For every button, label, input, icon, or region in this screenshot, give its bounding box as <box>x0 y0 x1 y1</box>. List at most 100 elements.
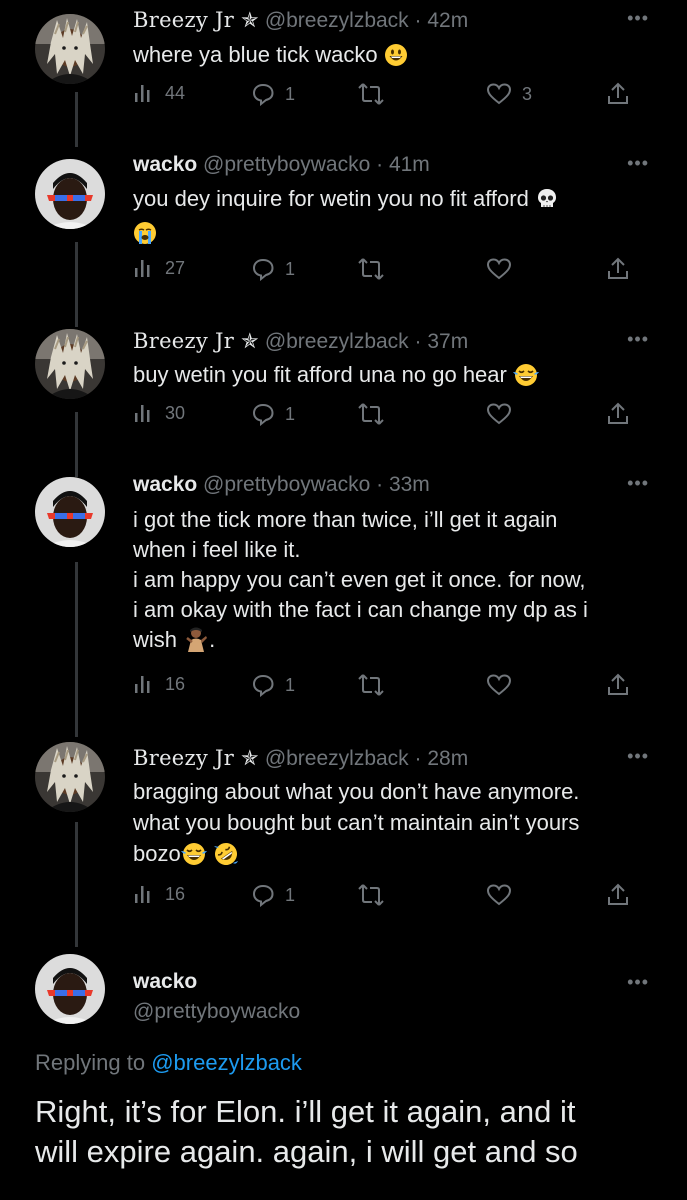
avatar-breezy[interactable] <box>35 14 105 84</box>
handle[interactable]: @breezylzback <box>265 747 409 770</box>
views-icon <box>135 886 150 903</box>
reply-count: 1 <box>285 83 296 104</box>
handle[interactable]: @prettyboywacko <box>203 473 370 496</box>
main-tweet-handle[interactable]: @prettyboywacko <box>133 1000 300 1024</box>
share-button[interactable] <box>607 883 629 907</box>
reply-count: 1 <box>285 258 296 279</box>
retweet-icon <box>358 884 384 906</box>
skull-emoji <box>535 187 559 218</box>
tweet-text: where ya blue tick wacko <box>133 40 653 74</box>
like-button[interactable] <box>486 673 522 697</box>
tweet[interactable]: Breezy Jr ✯ @breezylzback · 37m ••• buy … <box>0 315 687 465</box>
avatar-breezy[interactable] <box>35 742 105 812</box>
views-button[interactable]: 44 <box>133 82 185 104</box>
display-name[interactable]: Breezy Jr ✯ <box>133 329 259 353</box>
retweet-button[interactable] <box>358 673 394 697</box>
like-icon <box>486 258 512 280</box>
retweet-icon <box>358 258 384 280</box>
views-button[interactable]: 16 <box>133 883 185 905</box>
reply-icon <box>252 258 274 281</box>
avatar-wacko[interactable] <box>35 477 105 547</box>
tweet[interactable]: wacko @prettyboywacko · 33m ••• i got th… <box>0 463 687 728</box>
tweet-text: i got the tick more than twice, i’ll get… <box>133 505 653 660</box>
loudly-crying-face-emoji <box>133 221 157 252</box>
share-icon <box>608 883 628 905</box>
main-tweet-text: Right, it’s for Elon. i’ll get it again,… <box>35 1094 578 1169</box>
tweet-header: wacko @prettyboywacko · 41m <box>133 153 430 177</box>
display-name[interactable]: Breezy Jr ✯ <box>133 746 259 770</box>
action-bar: 27 1 <box>133 257 633 287</box>
tweet-header: Breezy Jr ✯ @breezylzback · 28m <box>133 746 468 771</box>
more-icon[interactable]: ••• <box>627 329 649 350</box>
reply-button[interactable]: 1 <box>251 257 295 281</box>
like-icon <box>486 403 512 425</box>
more-icon[interactable]: ••• <box>627 972 649 993</box>
more-icon[interactable]: ••• <box>627 8 649 29</box>
views-icon <box>135 676 150 693</box>
like-button[interactable] <box>486 883 522 907</box>
reply-count: 1 <box>285 674 296 695</box>
share-button[interactable] <box>607 673 629 697</box>
avatar-wacko[interactable] <box>35 159 105 229</box>
avatar-wacko[interactable] <box>35 954 105 1024</box>
display-name[interactable]: wacko <box>133 970 197 993</box>
views-button[interactable]: 27 <box>133 257 185 279</box>
reply-button[interactable]: 1 <box>251 82 295 106</box>
timestamp[interactable]: · 37m <box>415 330 469 353</box>
display-name[interactable]: wacko <box>133 473 197 496</box>
views-count: 30 <box>165 402 186 423</box>
reply-button[interactable]: 1 <box>251 402 295 426</box>
like-button[interactable] <box>486 402 522 426</box>
share-button[interactable] <box>607 402 629 426</box>
retweet-button[interactable] <box>358 257 394 281</box>
share-icon <box>608 402 628 424</box>
tweet[interactable]: Breezy Jr ✯ @breezylzback · 42m ••• wher… <box>0 0 687 140</box>
share-button[interactable] <box>607 257 629 281</box>
more-icon[interactable]: ••• <box>627 473 649 494</box>
timestamp[interactable]: · 41m <box>376 153 430 176</box>
tweet[interactable]: wacko @prettyboywacko · 41m ••• you dey … <box>0 145 687 325</box>
action-bar: 16 1 <box>133 883 633 913</box>
handle[interactable]: @prettyboywacko <box>203 153 370 176</box>
views-count: 44 <box>165 82 186 103</box>
handle[interactable]: @breezylzback <box>265 330 409 353</box>
retweet-button[interactable] <box>358 883 394 907</box>
tweet[interactable]: Breezy Jr ✯ @breezylzback · 28m ••• brag… <box>0 728 687 938</box>
like-button[interactable]: 3 <box>486 82 532 106</box>
main-tweet[interactable]: wacko @prettyboywacko ••• Replying to @b… <box>0 940 687 1200</box>
display-name[interactable]: wacko <box>133 153 197 176</box>
display-name[interactable]: Breezy Jr ✯ <box>133 8 259 32</box>
replying-to-link[interactable]: @breezylzback <box>151 1050 302 1075</box>
share-button[interactable] <box>607 82 629 106</box>
rolling-on-floor-laughing-emoji <box>213 842 239 874</box>
retweet-icon <box>358 674 384 696</box>
retweet-button[interactable] <box>358 402 394 426</box>
handle[interactable]: @prettyboywacko <box>133 1000 300 1023</box>
reply-button[interactable]: 1 <box>251 673 295 697</box>
timestamp[interactable]: · 42m <box>415 9 469 32</box>
reply-count: 1 <box>285 403 296 424</box>
views-button[interactable]: 30 <box>133 402 185 424</box>
grinning-face-emoji <box>384 43 408 74</box>
more-icon[interactable]: ••• <box>627 153 649 174</box>
reply-count: 1 <box>285 884 296 905</box>
action-bar: 44 1 3 <box>133 82 633 112</box>
reply-button[interactable]: 1 <box>251 883 295 907</box>
tweet-text-last-line: bozo <box>133 838 653 874</box>
views-button[interactable]: 16 <box>133 673 185 695</box>
views-count: 16 <box>165 673 186 694</box>
tweet-text: buy wetin you fit afford una no go hear <box>133 360 653 394</box>
timestamp[interactable]: · 28m <box>415 747 469 770</box>
more-icon[interactable]: ••• <box>627 746 649 767</box>
share-icon <box>608 82 628 104</box>
handle[interactable]: @breezylzback <box>265 9 409 32</box>
retweet-button[interactable] <box>358 82 394 106</box>
replying-to: Replying to @breezylzback <box>35 1050 302 1075</box>
avatar-breezy[interactable] <box>35 329 105 399</box>
timestamp[interactable]: · 33m <box>376 473 430 496</box>
share-icon <box>608 673 628 695</box>
person-tipping-hand-emoji <box>183 626 209 660</box>
main-tweet-name[interactable]: wacko <box>133 970 197 994</box>
like-button[interactable] <box>486 257 522 281</box>
views-icon <box>135 405 150 422</box>
